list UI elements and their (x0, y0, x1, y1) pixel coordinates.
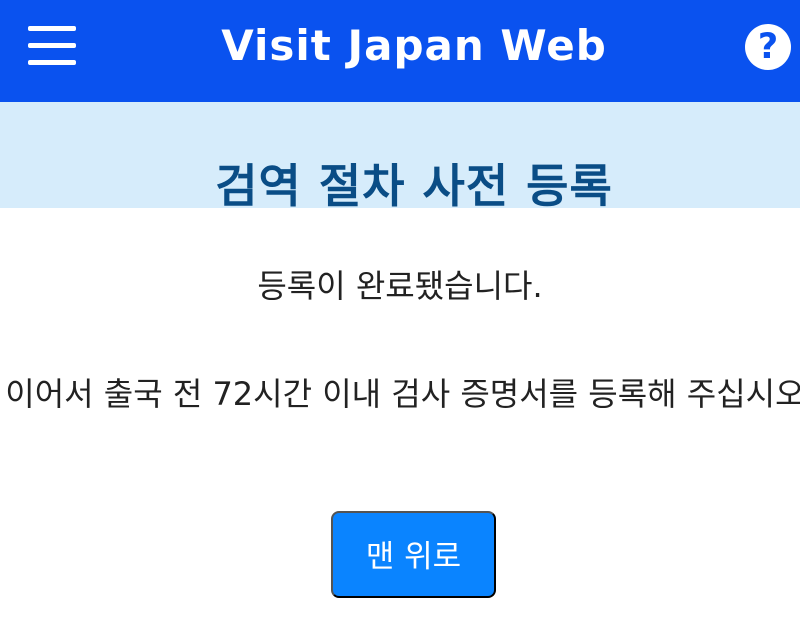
visit-japan-web-screen: Visit Japan Web ? 검역 절차 사전 등록 등록이 완료됐습니다… (0, 0, 800, 625)
next-step-message: 이어서 출국 전 72시간 이내 검사 증명서를 등록해 주십시오. (5, 375, 800, 413)
section-header-band: 검역 절차 사전 등록 (0, 102, 800, 213)
back-to-top-button[interactable]: 맨 위로 (331, 511, 496, 598)
top-app-bar: Visit Japan Web ? (0, 0, 800, 102)
app-title: Visit Japan Web (221, 21, 607, 70)
registration-complete-message: 등록이 완료됐습니다. (257, 267, 543, 305)
section-title: 검역 절차 사전 등록 (215, 158, 613, 213)
help-question-icon[interactable]: ? (745, 24, 791, 70)
